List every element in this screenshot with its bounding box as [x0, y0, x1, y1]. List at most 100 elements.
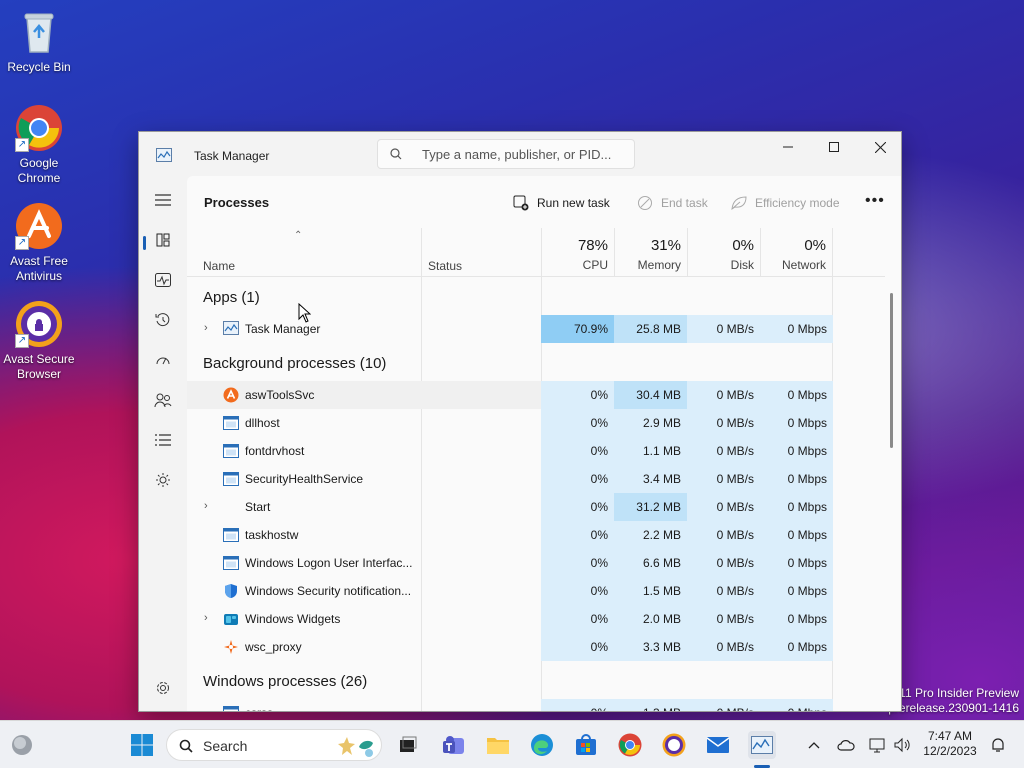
store-icon [576, 734, 596, 755]
teams-chat-button[interactable] [440, 731, 468, 759]
avast-secure-browser-icon: ↗ [15, 300, 63, 348]
disk-cell: 0 MB/s [687, 381, 760, 409]
desktop-icon-google-chrome[interactable]: ↗ Google Chrome [0, 104, 78, 186]
close-button[interactable] [857, 132, 901, 162]
table-row[interactable]: › Task Manager 70.9% 25.8 MB 0 MB/s 0 Mbps [187, 315, 833, 343]
table-row[interactable]: dllhost 0% 2.9 MB 0 MB/s 0 Mbps [187, 409, 833, 437]
cpu-cell: 0% [541, 577, 614, 605]
file-explorer-button[interactable] [484, 731, 512, 759]
group-header[interactable]: Apps (1) [203, 289, 260, 306]
expand-chevron-icon[interactable]: › [204, 500, 208, 512]
cpu-cell: 0% [541, 521, 614, 549]
process-name: taskhostw [245, 528, 299, 542]
avast-icon: ↗ [15, 202, 63, 250]
title-bar[interactable]: Task Manager [139, 132, 901, 176]
run-new-task-button[interactable]: Run new task [513, 193, 610, 213]
column-header-memory[interactable]: 31% Memory [614, 228, 687, 276]
maximize-button[interactable] [811, 132, 857, 162]
nav-users[interactable] [149, 386, 177, 414]
mail-button[interactable] [704, 731, 732, 759]
table-row[interactable]: Windows Logon User Interfac... 0% 6.6 MB 0 … [187, 549, 833, 577]
show-hidden-icons-button[interactable] [800, 731, 828, 759]
table-row[interactable]: fontdrvhost 0% 1.1 MB 0 MB/s 0 Mbps [187, 437, 833, 465]
nav-services[interactable] [149, 466, 177, 494]
taskbar-search-box[interactable]: Search [166, 729, 382, 761]
table-row[interactable]: SecurityHealthService 0% 3.4 MB 0 MB/s 0 Mbp… [187, 465, 833, 493]
disk-cell: 0 MB/s [687, 549, 760, 577]
network-cell: 0 Mbps [760, 605, 833, 633]
network-cell: 0 Mbps [760, 409, 833, 437]
volume-button[interactable] [888, 731, 916, 759]
watermark-line: 11 Pro Insider Preview [899, 686, 1019, 700]
avast-wsc-icon [223, 639, 239, 655]
desktop-icon-avast-secure-browser[interactable]: ↗ Avast Secure Browser [0, 300, 78, 382]
clock[interactable]: 7:47 AM 12/2/2023 [918, 729, 982, 759]
nav-processes[interactable] [149, 226, 177, 254]
task-manager-taskbar-button[interactable] [748, 731, 776, 759]
network-cell: 0 Mbps [760, 381, 833, 409]
nav-settings[interactable] [149, 674, 177, 702]
avast-browser-taskbar-button[interactable] [660, 731, 688, 759]
search-input[interactable] [422, 145, 627, 163]
table-row[interactable]: › Start 0% 31.2 MB 0 MB/s 0 Mbps [187, 493, 833, 521]
desktop-icon-recycle-bin[interactable]: Recycle Bin [0, 8, 78, 75]
run-new-task-label: Run new task [537, 196, 610, 210]
table-row[interactable]: taskhostw 0% 2.2 MB 0 MB/s 0 Mbps [187, 521, 833, 549]
table-row[interactable]: aswToolsSvc 0% 30.4 MB 0 MB/s 0 Mbps [187, 381, 833, 409]
search-box[interactable] [377, 139, 635, 169]
column-header-cpu[interactable]: 78% CPU [541, 228, 614, 276]
cpu-cell: 0% [541, 381, 614, 409]
table-row[interactable]: csrss 0%1.3 MB0 MB/s0 Mbps [187, 699, 833, 711]
nav-app-history[interactable] [149, 306, 177, 334]
expand-chevron-icon[interactable]: › [204, 322, 208, 334]
onedrive-button[interactable] [832, 731, 860, 759]
avast-secure-browser-icon [662, 733, 686, 757]
expand-chevron-icon[interactable]: › [204, 612, 208, 624]
speedometer-icon [156, 357, 170, 365]
task-view-button[interactable] [394, 731, 422, 759]
efficiency-mode-button[interactable]: Efficiency mode [731, 193, 840, 213]
navigation-rail [139, 176, 187, 711]
table-row[interactable]: wsc_proxy 0% 3.3 MB 0 MB/s 0 Mbps [187, 633, 833, 661]
cpu-cell: 70.9% [541, 315, 614, 343]
start-button[interactable] [128, 731, 156, 759]
minimize-button[interactable] [765, 132, 811, 162]
memory-cell: 31.2 MB [614, 493, 687, 521]
edge-button[interactable] [528, 731, 556, 759]
process-name: Start [245, 500, 271, 514]
network-cell: 0 Mbps [760, 315, 833, 343]
command-bar: Processes Run new task End task Efficien… [187, 176, 901, 228]
nav-startup-apps[interactable] [149, 346, 177, 374]
group-header[interactable]: Background processes (10) [203, 355, 386, 372]
network-cell: 0 Mbps [760, 521, 833, 549]
nav-performance[interactable] [149, 266, 177, 294]
desktop-icon-avast-free-antivirus[interactable]: ↗ Avast Free Antivirus [0, 202, 78, 284]
vertical-scrollbar[interactable] [890, 293, 893, 448]
column-header-disk[interactable]: 0% Disk [687, 228, 760, 276]
nav-details[interactable] [149, 426, 177, 454]
process-name: wsc_proxy [245, 640, 302, 654]
disk-cell: 0 MB/s [687, 577, 760, 605]
page-title: Processes [204, 195, 270, 210]
app-window-icon [223, 705, 239, 711]
search-icon [390, 148, 402, 163]
table-row[interactable]: › Windows Widgets 0% 2.0 MB 0 MB/s 0 Mbps [187, 605, 833, 633]
bell-icon [992, 738, 1004, 752]
microsoft-store-button[interactable] [572, 731, 600, 759]
notifications-button[interactable] [984, 731, 1012, 759]
column-header-status[interactable]: Status [421, 228, 541, 276]
end-task-button[interactable]: End task [637, 193, 708, 213]
table-row[interactable]: Windows Security notification... 0% 1.5 MB… [187, 577, 833, 605]
column-header-network[interactable]: 0% Network [760, 228, 833, 276]
network-cell: 0 Mbps [760, 437, 833, 465]
search-icon [179, 739, 193, 753]
more-options-button[interactable]: ••• [865, 192, 885, 210]
speaker-icon [894, 737, 910, 753]
column-header-name[interactable]: ⌃ Name [187, 228, 421, 276]
group-header[interactable]: Windows processes (26) [203, 673, 367, 690]
network-cell: 0 Mbps [760, 577, 833, 605]
mail-icon [706, 737, 730, 753]
chrome-taskbar-button[interactable] [616, 731, 644, 759]
hamburger-menu-button[interactable] [149, 186, 177, 214]
weather-widget-button[interactable] [8, 731, 36, 759]
